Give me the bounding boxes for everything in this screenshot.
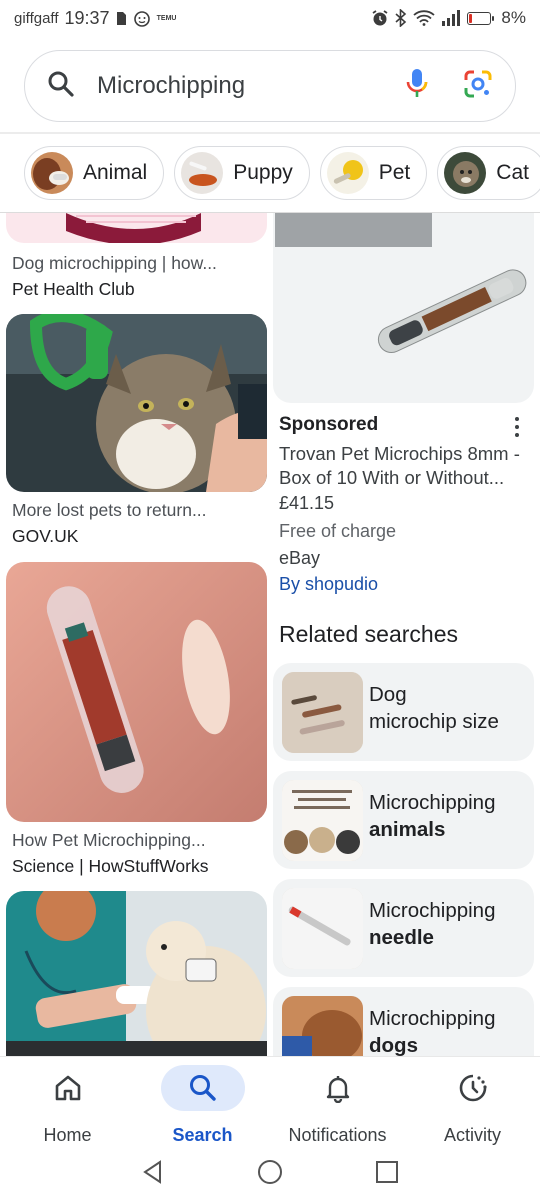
microphone-icon[interactable]: [405, 67, 429, 106]
chip-puppy[interactable]: Puppy: [174, 146, 310, 200]
status-bar: giffgaff 19:37 TEMU 8%: [0, 0, 540, 36]
related-searches-heading: Related searches: [279, 621, 458, 647]
ad-seller-link[interactable]: By shopudio: [279, 574, 378, 595]
clock: 19:37: [64, 7, 110, 28]
home-button-icon[interactable]: [256, 1158, 284, 1191]
related-thumbnail: [282, 996, 363, 1056]
chip-thumbnail: [444, 152, 487, 194]
battery-percent: 8%: [501, 8, 526, 27]
signal-icon: [441, 10, 461, 26]
ad-store: eBay: [279, 548, 321, 568]
alarm-face-icon: [133, 9, 151, 27]
alarm-icon: [371, 9, 389, 27]
bell-icon: [326, 1076, 349, 1103]
related-thumbnail: [282, 780, 363, 861]
nav-activity[interactable]: Activity: [405, 1057, 540, 1148]
ad-title[interactable]: Trovan Pet Microchips 8mm - Box of 10 Wi…: [279, 442, 527, 490]
chip-thumbnail: [326, 152, 369, 194]
google-lens-icon[interactable]: [463, 69, 493, 104]
related-label: Microchipping animals: [369, 791, 496, 841]
related-search-microchipping-animals[interactable]: Microchipping animals: [273, 771, 534, 869]
sim-icon: [116, 11, 127, 26]
related-label: Dog microchip size: [369, 683, 499, 733]
result-source: Pet Health Club: [12, 279, 135, 299]
ad-image[interactable]: [273, 213, 534, 403]
result-source: Science | HowStuffWorks: [12, 856, 209, 876]
header-divider: [0, 132, 540, 134]
related-label: Microchipping dogs: [369, 1007, 496, 1056]
chip-label: Animal: [83, 161, 148, 184]
result-title[interactable]: More lost pets to return...: [12, 500, 207, 521]
search-icon: [189, 1075, 216, 1101]
ad-price: £41.15: [279, 493, 335, 513]
search-icon[interactable]: [47, 70, 75, 103]
bluetooth-icon: [395, 9, 407, 27]
result-image-gov-uk[interactable]: [6, 314, 267, 492]
bottom-navigation: Home Search Notifications Activity: [0, 1056, 540, 1148]
nav-label: Notifications: [288, 1125, 387, 1145]
nav-home[interactable]: Home: [0, 1057, 135, 1148]
nav-notifications[interactable]: Notifications: [270, 1057, 405, 1148]
activity-icon: [459, 1074, 487, 1102]
chip-animal[interactable]: Animal: [24, 146, 165, 200]
result-image-pet-health-club[interactable]: [6, 213, 267, 243]
nav-label: Activity: [443, 1125, 501, 1145]
more-options-icon[interactable]: [508, 414, 526, 440]
filter-chips: Animal Puppy Pet Cat: [24, 146, 540, 200]
search-bar[interactable]: Microchipping: [24, 50, 516, 122]
chip-label: Cat: [496, 161, 529, 184]
back-icon[interactable]: [140, 1159, 166, 1190]
related-thumbnail: [282, 672, 363, 753]
system-navigation-bar: [0, 1148, 540, 1200]
related-search-microchipping-dogs[interactable]: Microchipping dogs: [273, 987, 534, 1056]
nav-search[interactable]: Search: [135, 1057, 270, 1148]
result-image-howstuffworks[interactable]: [6, 562, 267, 822]
result-title[interactable]: Dog microchipping | how...: [12, 253, 217, 274]
results-feed[interactable]: Dog microchipping | how... Pet Health Cl…: [0, 213, 540, 1056]
battery-icon: [467, 11, 495, 25]
recents-icon[interactable]: [374, 1159, 400, 1190]
chip-cat[interactable]: Cat: [437, 146, 540, 200]
related-label: Microchipping needle: [369, 899, 496, 949]
related-search-dog-microchip-size[interactable]: Dog microchip size: [273, 663, 534, 761]
chip-label: Pet: [378, 161, 411, 184]
carrier-name: giffgaff: [14, 9, 59, 27]
related-thumbnail: [282, 888, 363, 969]
sponsored-label: Sponsored: [279, 414, 379, 435]
chip-pet[interactable]: Pet: [319, 146, 428, 200]
chip-label: Puppy: [233, 161, 293, 184]
chip-thumbnail: [181, 152, 224, 194]
result-image-vet-dog[interactable]: [6, 891, 267, 1056]
search-input[interactable]: Microchipping: [97, 72, 405, 100]
result-title[interactable]: How Pet Microchipping...: [12, 830, 206, 851]
chip-thumbnail: [31, 152, 73, 194]
nav-label: Home: [43, 1125, 92, 1145]
related-search-microchipping-needle[interactable]: Microchipping needle: [273, 879, 534, 977]
result-source: GOV.UK: [12, 526, 79, 546]
wifi-icon: [413, 10, 436, 26]
home-icon: [55, 1075, 80, 1101]
ad-shipping: Free of charge: [279, 521, 397, 541]
nav-label: Search: [172, 1125, 233, 1145]
temu-notification-icon: TEMU: [156, 14, 177, 22]
